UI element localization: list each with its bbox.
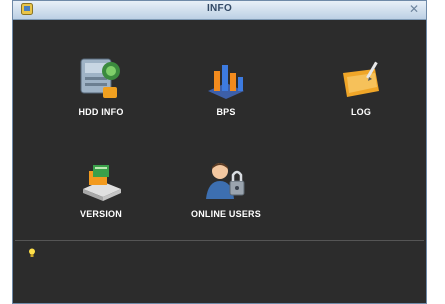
hdd-info-button[interactable]: HDD INFO [51,57,151,117]
log-label: LOG [350,107,372,117]
version-label: VERSION [80,209,122,219]
online-users-icon [206,163,245,199]
info-window: INFO ✕ HDD INFO BPS LOG VERSION ONLINE U… [12,0,427,304]
bps-label: BPS [216,107,236,117]
version-button[interactable]: VERSION [51,159,151,219]
bps-chart-icon [208,65,244,99]
close-icon[interactable]: ✕ [408,3,420,15]
lightbulb-icon [29,248,35,257]
online-users-button[interactable]: ONLINE USERS [176,159,276,219]
status-divider [15,240,424,241]
version-icon [83,165,121,201]
log-button[interactable]: LOG [311,57,411,117]
hdd-info-label: HDD INFO [78,107,124,117]
online-users-label: ONLINE USERS [191,209,261,219]
bps-button[interactable]: BPS [176,57,276,117]
hdd-icon [80,58,120,98]
window-title: INFO [206,3,233,14]
log-folder-icon [343,61,379,97]
title-bar: INFO ✕ [13,1,426,20]
